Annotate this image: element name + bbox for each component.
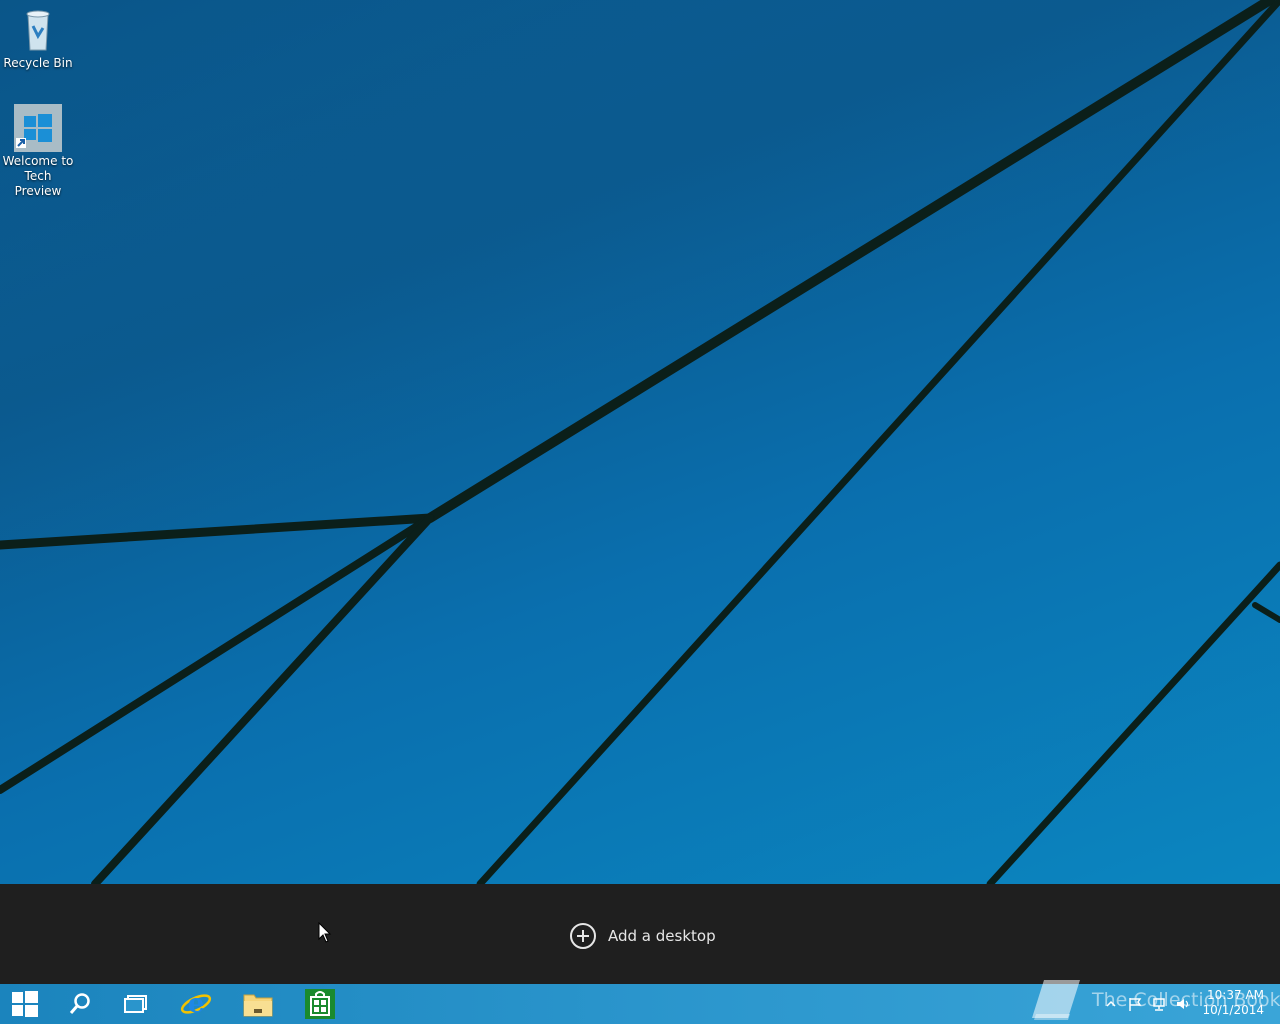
book-icon [1032,980,1080,1020]
svg-text:e: e [188,989,205,1019]
windows-logo-icon [14,104,62,152]
task-view-button[interactable] [106,984,166,1024]
store-button[interactable] [290,984,350,1024]
folder-icon [243,994,273,1017]
add-desktop-button[interactable]: Add a desktop [570,922,716,950]
desktop-icon-recycle-bin[interactable]: Recycle Bin [0,6,76,71]
plus-circle-icon [570,923,596,949]
search-icon [69,993,90,1014]
recycle-bin-icon [14,6,62,54]
internet-explorer-button[interactable]: e [166,984,226,1024]
search-button[interactable] [50,984,110,1024]
desktop-icon-label: Welcome to Tech Preview [2,154,74,198]
desktop: Recycle Bin Welcome to Tech Preview [0,0,1280,884]
store-icon [305,989,335,1019]
file-explorer-button[interactable] [228,984,288,1024]
wallpaper [0,0,1280,884]
start-button[interactable] [0,984,50,1024]
windows-logo-icon [12,991,38,1017]
desktop-icon-label: Recycle Bin [3,56,73,70]
watermark: The Collection Book [1030,974,1280,1024]
mouse-cursor [318,922,332,943]
internet-explorer-icon: e [180,989,212,1019]
desktop-icon-welcome[interactable]: Welcome to Tech Preview [0,104,76,199]
add-desktop-label: Add a desktop [608,927,716,945]
watermark-text: The Collection Book [1092,989,1280,1011]
task-view-icon [124,995,147,1013]
